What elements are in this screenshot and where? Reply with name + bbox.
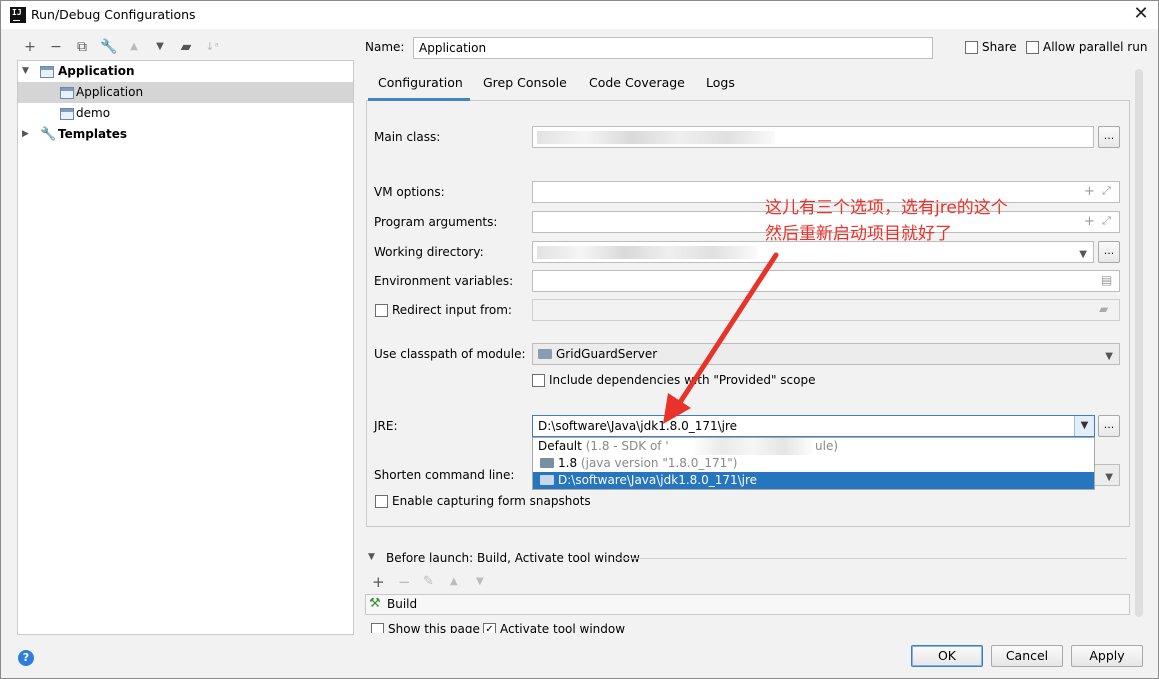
- move-up-icon[interactable]: ▲: [450, 576, 458, 587]
- apply-button[interactable]: Apply: [1071, 645, 1143, 667]
- vertical-scrollbar[interactable]: [1135, 69, 1143, 617]
- activate-window-label: Activate tool window: [500, 622, 626, 633]
- clip-band: [355, 633, 1155, 637]
- help-icon[interactable]: ?: [18, 650, 34, 666]
- divider: [615, 558, 1127, 559]
- show-page-label: Show this page: [388, 622, 480, 633]
- move-down-icon[interactable]: ▼: [476, 576, 484, 587]
- ok-button[interactable]: OK: [911, 645, 983, 667]
- red-arrow-annotation: [663, 252, 779, 424]
- hammer-icon: ⚒: [369, 596, 381, 611]
- before-launch-list: ⚒ Build: [365, 594, 1130, 615]
- collapse-arrow-icon[interactable]: ▼: [368, 552, 375, 562]
- edit-task-icon[interactable]: ✎: [423, 574, 434, 589]
- add-task-icon[interactable]: +: [372, 573, 385, 591]
- show-page-checkbox[interactable]: [371, 623, 384, 633]
- before-launch-options: Show this page ✓ Activate tool window: [365, 619, 1135, 633]
- cancel-button[interactable]: Cancel: [991, 645, 1063, 667]
- before-launch-title: Before launch: Build, Activate tool wind…: [386, 551, 640, 565]
- build-label: Build: [387, 597, 418, 611]
- activate-window-checkbox[interactable]: ✓: [483, 623, 496, 633]
- list-item-build[interactable]: ⚒ Build: [366, 595, 1129, 614]
- remove-task-icon[interactable]: −: [398, 573, 411, 591]
- run-debug-dialog: IJ Run/Debug Configurations ✕ + − ⧉ 🔧 ▲ …: [0, 0, 1159, 679]
